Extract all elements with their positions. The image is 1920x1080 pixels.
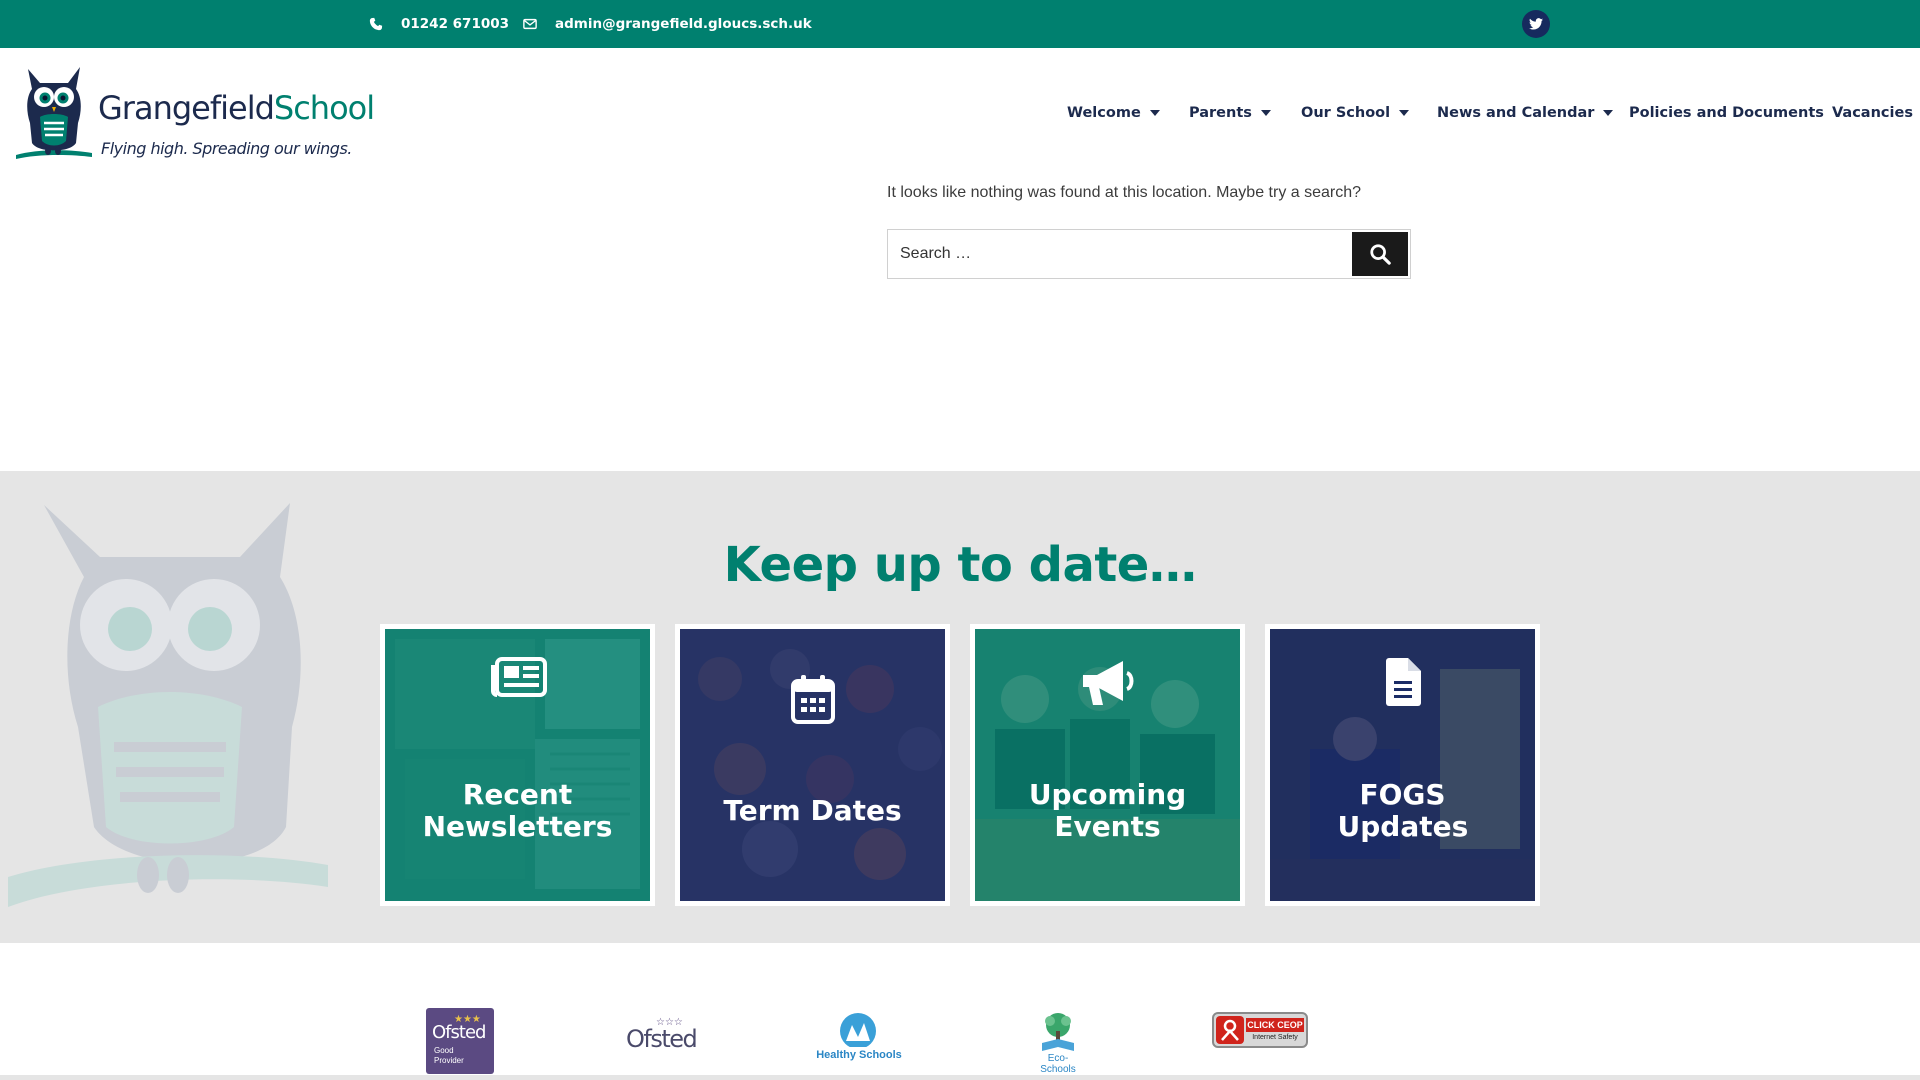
badge-title: CLICK CEOP <box>1246 1018 1304 1032</box>
keep-up-to-date-section: Keep up to date… Recent Newsletters Term… <box>0 471 1920 943</box>
card-icon-wrap <box>1270 657 1535 707</box>
calendar-icon <box>790 675 835 724</box>
search-form <box>887 229 1411 279</box>
school-name: GrangefieldSchool <box>98 89 375 127</box>
tree-book-icon <box>1042 1013 1074 1051</box>
email-link[interactable]: admin@grangefield.gloucs.sch.uk <box>523 0 812 48</box>
card-fogs-updates[interactable]: FOGS Updates <box>1265 624 1540 906</box>
nav-item-policies-and-documents[interactable]: Policies and Documents <box>1629 48 1824 178</box>
card-label: FOGS Updates <box>1337 778 1469 843</box>
nav-item-welcome[interactable]: Welcome <box>1067 48 1160 178</box>
nav-item-our-school[interactable]: Our School <box>1301 48 1410 178</box>
card-icon-wrap <box>680 674 945 724</box>
phone-icon <box>369 17 383 31</box>
badge-line1: Good <box>434 1046 454 1055</box>
phone-number: 01242 671003 <box>401 16 510 32</box>
click-ceop-badge[interactable]: CLICK CEOP Internet Safety <box>1212 1012 1308 1048</box>
card-label: Recent Newsletters <box>422 778 613 843</box>
ofsted-good-provider-badge[interactable]: Ofsted Good Provider ★★★ <box>426 1008 494 1074</box>
document-icon <box>1385 658 1421 706</box>
card-tint <box>680 629 945 901</box>
badge-title: Ofsted <box>626 1025 698 1053</box>
nav-item-vacancies[interactable]: Vacancies <box>1832 48 1913 178</box>
caret-down-icon <box>1149 110 1160 116</box>
nav-label: Policies and Documents <box>1629 105 1824 121</box>
nav-label: News and Calendar <box>1437 105 1595 121</box>
nav-label: Vacancies <box>1832 105 1913 121</box>
school-logo[interactable]: GrangefieldSchool Flying high. Spreading… <box>16 63 396 163</box>
newspaper-icon <box>490 657 547 697</box>
card-label: Term Dates <box>723 794 902 827</box>
card-icon-wrap <box>385 657 650 697</box>
school-tagline: Flying high. Spreading our wings. <box>101 139 352 158</box>
stars-icon: ★★★ <box>454 1014 481 1024</box>
svg-text:★★★: ★★★ <box>454 1014 481 1024</box>
ceop-icon <box>1216 1016 1244 1044</box>
nav-label: Parents <box>1189 105 1252 121</box>
phone-link[interactable]: 01242 671003 <box>369 0 509 48</box>
envelope-icon <box>523 18 537 30</box>
twitter-button[interactable] <box>1522 10 1550 38</box>
healthy-schools-icon <box>840 1013 876 1047</box>
badge-title: Ofsted <box>432 1022 486 1043</box>
eco-schools-badge[interactable]: Eco-Schools <box>1030 1011 1086 1075</box>
email-address: admin@grangefield.gloucs.sch.uk <box>555 16 812 32</box>
badge-subtitle: Internet Safety <box>1252 1034 1298 1041</box>
caret-down-icon <box>1399 110 1410 116</box>
caret-down-icon <box>1603 110 1614 116</box>
badge-label: Eco-Schools <box>1040 1053 1076 1075</box>
site-header: GrangefieldSchool Flying high. Spreading… <box>0 48 1920 178</box>
card-upcoming-events[interactable]: Upcoming Events <box>970 624 1245 906</box>
nav-item-parents[interactable]: Parents <box>1189 48 1271 178</box>
top-contact-bar: 01242 671003 admin@grangefield.gloucs.sc… <box>0 0 1920 48</box>
caret-down-icon <box>1260 110 1271 116</box>
card-label: Upcoming Events <box>1028 778 1187 843</box>
card-recent-newsletters[interactable]: Recent Newsletters <box>380 624 655 906</box>
nav-item-news-and-calendar[interactable]: News and Calendar <box>1437 48 1614 178</box>
nav-label: Our School <box>1301 105 1391 121</box>
owl-logo-icon <box>16 67 92 159</box>
card-icon-wrap <box>975 659 1240 707</box>
search-icon <box>1370 244 1391 265</box>
healthy-schools-badge[interactable]: Healthy Schools <box>814 1011 904 1063</box>
not-found-message: It looks like nothing was found at this … <box>887 184 1362 201</box>
section-title: Keep up to date… <box>723 537 1197 593</box>
badge-line2: Provider <box>434 1056 464 1065</box>
ofsted-badge[interactable]: ☆☆☆ Ofsted <box>626 1015 698 1053</box>
card-term-dates[interactable]: Term Dates <box>675 624 950 906</box>
megaphone-icon <box>1082 661 1133 705</box>
search-button[interactable] <box>1352 232 1408 276</box>
twitter-icon <box>1529 18 1543 30</box>
footer-edge <box>0 1075 1920 1080</box>
badge-label: Healthy Schools <box>816 1049 902 1061</box>
accreditation-badges: Ofsted Good Provider ★★★ ☆☆☆ Ofsted Heal… <box>0 943 1920 1075</box>
nav-label: Welcome <box>1067 105 1141 121</box>
search-input[interactable] <box>888 230 1354 278</box>
